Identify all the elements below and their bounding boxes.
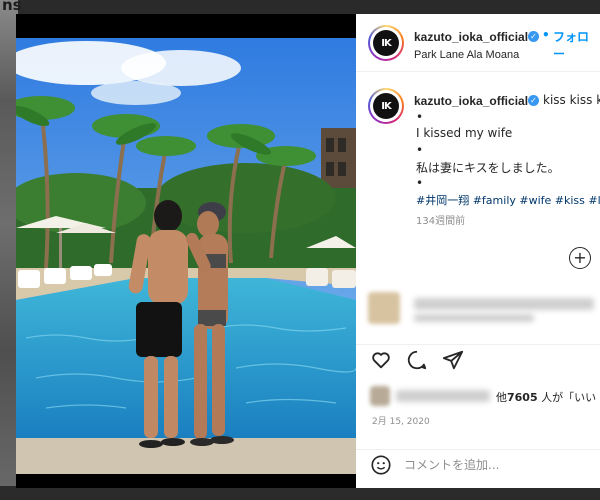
action-bar	[356, 344, 600, 374]
caption-username[interactable]: kazuto_ioka_official	[414, 94, 528, 108]
caption-dot: •	[416, 110, 424, 124]
blurred-avatar	[368, 292, 400, 324]
add-circle-button[interactable]: +	[569, 247, 591, 269]
post-date: 2月 15, 2020	[372, 417, 430, 427]
brand-logo-icon: IK	[373, 93, 399, 119]
caption-time-ago: 134週間前	[416, 216, 466, 227]
post-side-panel: IK kazuto_ioka_official ✓ • フォロー Park La…	[356, 14, 600, 488]
caption-dot: •	[416, 176, 424, 190]
background-top	[0, 0, 600, 14]
post-photo-image	[16, 38, 356, 474]
caption-hashtags[interactable]: #井岡一翔 #family #wife #kiss #lo	[416, 192, 600, 208]
caption-first-line: kiss kiss ki	[543, 93, 600, 107]
blurred-comment	[366, 292, 600, 332]
background-bottom	[0, 486, 600, 500]
caption-avatar[interactable]: IK	[368, 88, 404, 124]
likes-row: 他7605 人が「いい	[366, 386, 600, 406]
header-username[interactable]: kazuto_ioka_official	[414, 30, 528, 44]
share-icon[interactable]	[442, 349, 464, 371]
caption-dot: •	[416, 143, 424, 157]
brand-logo-icon: IK	[373, 30, 399, 56]
caption-line: I kissed my wife	[416, 126, 513, 140]
emoji-icon[interactable]	[370, 454, 392, 476]
post-photo[interactable]	[16, 38, 356, 474]
profile-avatar[interactable]: IK	[368, 25, 404, 61]
blurred-text	[396, 390, 490, 402]
post-photo-panel	[16, 14, 356, 488]
likes-count[interactable]: 他7605 人が「いい	[496, 389, 596, 405]
plus-icon: +	[573, 248, 587, 267]
caption-line: 私は妻にキスをしました。	[416, 161, 560, 175]
background-text: ns	[2, 0, 22, 14]
blurred-avatar	[370, 386, 390, 406]
verified-badge-icon: ✓	[528, 95, 539, 106]
blurred-text	[414, 314, 534, 322]
verified-badge-icon: ✓	[528, 31, 539, 42]
follow-button[interactable]: フォロー	[553, 28, 600, 62]
heart-icon[interactable]	[370, 349, 392, 371]
location-link[interactable]: Park Lane Ala Moana	[414, 49, 519, 61]
post-header: IK kazuto_ioka_official ✓ • フォロー Park La…	[356, 14, 600, 72]
comment-icon[interactable]	[406, 349, 428, 371]
blurred-text	[414, 298, 594, 310]
header-separator: •	[542, 28, 550, 42]
avatar-inner: IK	[370, 90, 402, 122]
avatar-inner: IK	[370, 27, 402, 59]
comment-input[interactable]: コメントを追加...	[404, 456, 499, 473]
